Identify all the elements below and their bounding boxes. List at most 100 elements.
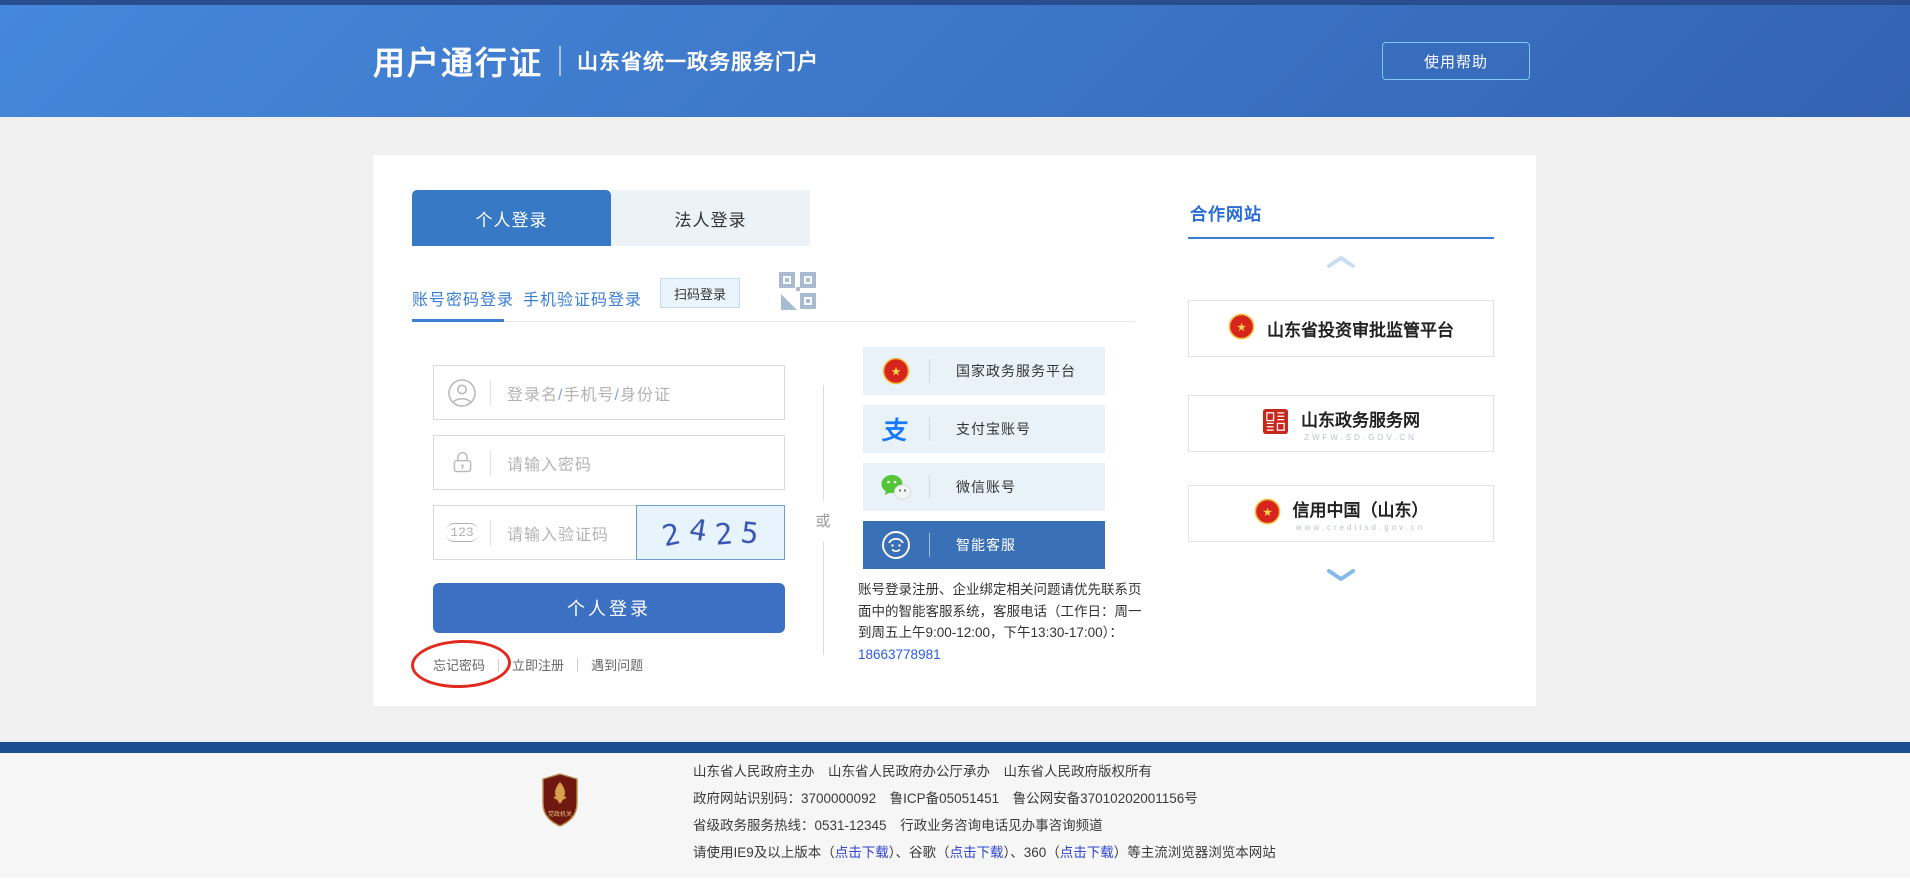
captcha-field[interactable]: 123 请输入验证码 (433, 505, 637, 560)
helper-links: 忘记密码 ｜ 立即注册 ｜ 遇到问题 (433, 655, 643, 674)
sso-options: ★ 国家政务服务平台 支 支付宝账号 (863, 347, 1105, 579)
sso-label: 微信账号 (956, 477, 1016, 497)
partner-subtitle: ZWFW.SD.GOV.CN (1304, 433, 1417, 442)
sso-label: 支付宝账号 (956, 419, 1031, 439)
footer-line-sponsor: 山东省人民政府主办 山东省人民政府办公厅承办 山东省人民政府版权所有 (693, 758, 1276, 785)
sso-divider (929, 417, 930, 441)
placeholder-text: 手机号 (563, 387, 614, 404)
browser-note-text: ）等主流浏览器浏览本网站 (1114, 845, 1276, 860)
personal-login-button[interactable]: 个人登录 (433, 583, 785, 633)
sso-divider (929, 533, 930, 557)
placeholder-text: 身份证 (620, 387, 671, 404)
forgot-password-link[interactable]: 忘记密码 (433, 655, 485, 674)
method-tab-sms[interactable]: 手机验证码登录 (523, 286, 642, 310)
login-page: 用户通行证 山东省统一政务服务门户 使用帮助 个人登录 法人登录 账号密码登录 … (0, 0, 1910, 891)
header-banner: 用户通行证 山东省统一政务服务门户 使用帮助 (0, 5, 1910, 117)
field-divider (490, 380, 491, 406)
download-link-ie[interactable]: 点击下载 (835, 845, 889, 860)
partners-underline (1188, 237, 1494, 239)
alipay-icon: 支 (863, 411, 929, 447)
partner-zwfw-site[interactable]: 山东政务服务网 ZWFW.SD.GOV.CN (1188, 395, 1494, 452)
partner-credit-china[interactable]: ★ 信用中国（山东） www.creditsd.gov.cn (1188, 485, 1494, 542)
captcha-digit: 4 (686, 511, 709, 547)
sso-label: 国家政务服务平台 (956, 361, 1076, 381)
emblem-star: ★ (1262, 506, 1272, 518)
emblem-star: ★ (891, 365, 902, 379)
qr-code-icon[interactable] (778, 271, 819, 317)
note-text: 账号登录注册、企业绑定相关问题请优先联系页面中的智能客服系统，客服电话（工作日：… (858, 582, 1142, 640)
captcha-digit: 2 (659, 516, 683, 553)
footer: 党政机关 山东省人民政府主办 山东省人民政府办公厅承办 山东省人民政府版权所有 … (0, 753, 1910, 878)
sso-national-platform[interactable]: ★ 国家政务服务平台 (863, 347, 1105, 395)
brand-title: 用户通行证 (373, 38, 543, 84)
link-separator: ｜ (571, 655, 584, 674)
sso-smart-customer-service[interactable]: 智能客服 (863, 521, 1105, 569)
numbers-glyph: 123 (446, 523, 477, 542)
user-icon (434, 378, 490, 408)
partner-text: 山东政务服务网 ZWFW.SD.GOV.CN (1301, 406, 1420, 442)
national-emblem-icon: ★ (863, 357, 929, 385)
partner-name: 信用中国（山东） (1293, 496, 1429, 521)
footer-line-icp: 政府网站识别码：3700000092 鲁ICP备05051451 鲁公网安备37… (693, 785, 1276, 812)
login-card: 个人登录 法人登录 账号密码登录 手机验证码登录 扫码登录 (373, 155, 1536, 706)
partner-subtitle: www.creditsd.gov.cn (1296, 523, 1425, 532)
divider-line (823, 385, 824, 500)
or-divider: 或 (811, 385, 835, 655)
badge-label: 党政机关 (548, 810, 572, 818)
username-field[interactable]: 登录名/手机号/身份证 (433, 365, 785, 420)
sso-alipay[interactable]: 支 支付宝账号 (863, 405, 1105, 453)
partner-text: 山东省投资审批监管平台 (1267, 316, 1454, 341)
alipay-glyph: 支 (881, 411, 911, 447)
footer-bottom-strip (0, 878, 1910, 891)
field-divider (490, 520, 491, 546)
partner-name: 山东省投资审批监管平台 (1267, 316, 1454, 341)
method-tab-scan-qr[interactable]: 扫码登录 (660, 278, 740, 308)
footer-text-block: 山东省人民政府主办 山东省人民政府办公厅承办 山东省人民政府版权所有 政府网站识… (693, 758, 1276, 866)
link-separator: ｜ (492, 655, 505, 674)
partner-name: 山东政务服务网 (1301, 406, 1420, 431)
divider-line (823, 541, 824, 656)
sso-divider (929, 475, 930, 499)
sso-label: 智能客服 (956, 535, 1016, 555)
tab-corporate-login[interactable]: 法人登录 (611, 190, 810, 246)
brand-subtitle: 山东省统一政务服务门户 (577, 46, 819, 76)
government-badge-icon: 党政机关 (540, 773, 580, 832)
method-divider-line (412, 321, 1135, 322)
chevron-down-icon[interactable] (1188, 568, 1494, 582)
placeholder-text: 登录名 (507, 387, 558, 404)
captcha-placeholder: 请输入验证码 (507, 521, 609, 545)
register-link[interactable]: 立即注册 (512, 655, 564, 674)
download-link-chrome[interactable]: 点击下载 (950, 845, 1004, 860)
sso-divider (929, 359, 930, 383)
service-phone-link[interactable]: 18663778981 (858, 647, 941, 662)
footer-line-hotline: 省级政务服务热线：0531-12345 行政业务咨询电话见办事咨询频道 (693, 812, 1276, 839)
captcha-image[interactable]: 2 4 2 5 (636, 505, 785, 560)
national-emblem-icon: ★ (1228, 313, 1255, 345)
download-link-360[interactable]: 点击下载 (1060, 845, 1114, 860)
or-label: 或 (815, 500, 830, 541)
problems-link[interactable]: 遇到问题 (591, 655, 643, 674)
password-field[interactable]: 请输入密码 (433, 435, 785, 490)
username-placeholder: 登录名/手机号/身份证 (507, 381, 671, 405)
lock-icon (434, 449, 490, 476)
tab-personal-login[interactable]: 个人登录 (412, 190, 611, 246)
active-method-underline (412, 319, 504, 322)
partners-title: 合作网站 (1190, 200, 1262, 225)
browser-note-text: ）、谷歌（ (889, 845, 950, 860)
chevron-up-icon[interactable] (1188, 255, 1494, 269)
password-placeholder: 请输入密码 (507, 451, 592, 475)
partner-text: 信用中国（山东） www.creditsd.gov.cn (1293, 496, 1429, 532)
footer-line-browser: 请使用IE9及以上版本（点击下载）、谷歌（点击下载）、360（点击下载）等主流浏… (693, 839, 1276, 866)
emblem-star: ★ (1236, 321, 1246, 333)
browser-note-text: 请使用IE9及以上版本（ (693, 845, 835, 860)
seal-icon (1262, 408, 1289, 440)
help-button[interactable]: 使用帮助 (1382, 42, 1530, 80)
captcha-digit: 5 (739, 515, 760, 551)
footer-divider-bar (0, 742, 1910, 753)
partner-investment-platform[interactable]: ★ 山东省投资审批监管平台 (1188, 300, 1494, 357)
brand-separator (559, 46, 561, 76)
captcha-digit: 2 (714, 516, 734, 551)
sso-wechat[interactable]: 微信账号 (863, 463, 1105, 511)
method-tab-password[interactable]: 账号密码登录 (412, 286, 514, 310)
partner-sites-panel: 合作网站 ★ 山东省投资审批监管平台 (1188, 200, 1494, 640)
